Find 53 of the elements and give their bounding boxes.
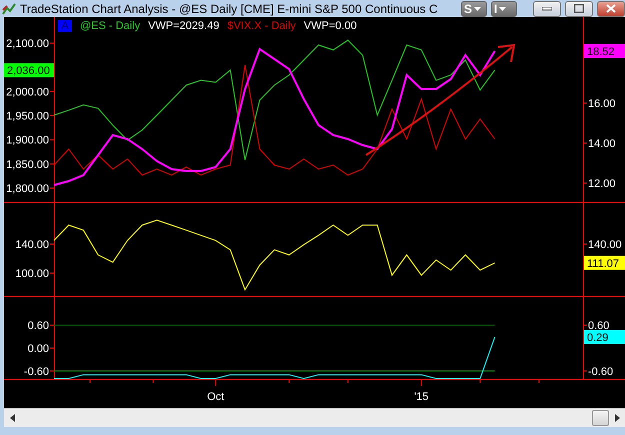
y-tick-label: 0.00 [28,343,49,356]
y-tick-label: 0.60 [28,320,49,332]
axis-label: -0.60 [24,366,54,378]
axis-label: 1,900.00 [6,134,54,147]
axis-label: 140.00 [15,239,54,251]
date-label: Oct [207,380,224,403]
minimize-button[interactable] [533,0,561,16]
maximize-icon [574,4,584,13]
legend-text: VWP=2029.49 [148,20,220,32]
price-tag: 18.52 [584,44,625,58]
axis-label: 14.00 [582,138,616,150]
scroll-thumb[interactable] [592,410,609,426]
axis-label: 140.00 [582,239,622,251]
y2-tick-label: 16.00 [588,98,616,110]
close-icon [606,4,616,13]
minimize-icon [542,6,552,10]
legend-text: $VIX.X - Daily [227,20,296,32]
toolbar-button[interactable]: S [461,0,487,16]
axis-label: 12.00 [582,178,616,190]
axis-label: -0.60 [582,366,614,378]
axis-label: 0.00 [28,343,54,356]
window-title: TradeStation Chart Analysis - @ES Daily [CME] E-mini S&P 500 Continuous C [20,2,439,16]
y2-tick-label: 12.00 [588,178,616,190]
chart-badge: A [58,20,72,32]
axis-label: 16.00 [582,98,616,110]
date-label: '15 [414,380,429,403]
left-arrow-icon [10,414,14,422]
price-tag: 0.29 [584,330,625,344]
y-tick-label: 140.00 [15,239,49,252]
axis-label: 0.60 [28,320,54,332]
legend-text: VWP=0.00 [304,20,357,32]
axis-label: 0.60 [582,320,610,332]
x-tick-label: '15 [414,391,429,403]
y2-tick-label: 14.00 [588,138,616,150]
caret-icon [499,6,506,10]
horizontal-scrollbar[interactable] [4,408,625,427]
chart-icon [2,2,16,16]
caret-icon [474,6,482,10]
axis-label: 2,000.00 [6,86,54,98]
price-tag: 2,036.00 [4,63,54,78]
legend-text: @ES - Daily [80,20,140,32]
right-arrow-icon [614,414,620,422]
y-tick-label: -0.60 [24,366,49,378]
axis-label: 2,100.00 [6,38,54,50]
axis-label: 1,800.00 [6,183,54,196]
x-tick-label: Oct [207,391,224,403]
axis-label: 100.00 [15,268,54,280]
axis-label: 1,950.00 [6,110,54,123]
maximize-button[interactable] [565,0,593,16]
toolbar-button[interactable]: I [491,0,517,16]
price-tag: 111.07 [584,256,625,270]
close-button[interactable] [597,0,625,16]
axis-label: 1,850.00 [6,158,54,171]
